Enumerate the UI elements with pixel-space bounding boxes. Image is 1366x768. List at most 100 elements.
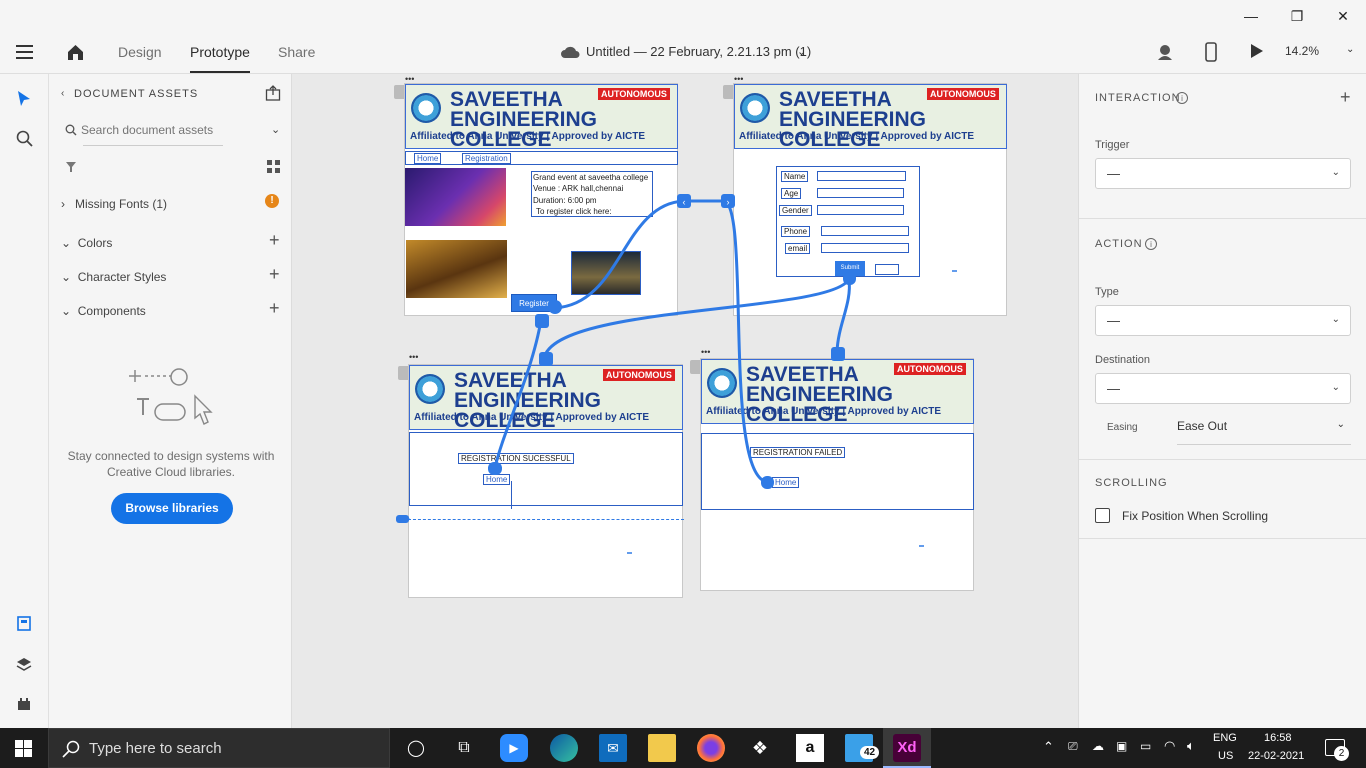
type-dropdown[interactable]: — ⌄ — [1095, 305, 1351, 336]
restore-button[interactable]: ❐ — [1274, 0, 1320, 32]
search-underline — [83, 145, 223, 146]
layers-icon[interactable] — [16, 657, 32, 672]
components-row[interactable]: ⌄ Components — [61, 304, 146, 318]
search-filter-chevron-icon[interactable]: ⌄ — [271, 123, 280, 136]
edge-browser-icon[interactable] — [550, 734, 578, 762]
zoom-level[interactable]: 14.2% — [1285, 44, 1319, 58]
tab-share[interactable]: Share — [278, 44, 315, 60]
meet-now-icon[interactable]: ⎚ — [1068, 739, 1078, 754]
add-component-icon[interactable]: + — [269, 298, 280, 319]
clock-date[interactable]: 22-02-2021 — [1248, 750, 1304, 762]
expand-chevron-icon: ⌄ — [61, 270, 72, 284]
trigger-dropdown[interactable]: — ⌄ — [1095, 158, 1351, 189]
tool-strip — [0, 74, 49, 728]
plugins-icon[interactable] — [17, 697, 31, 711]
destination-value: — — [1107, 381, 1120, 396]
divider — [1079, 459, 1366, 460]
scroll-handle-icon — [396, 515, 409, 523]
cortana-icon[interactable]: ◯ — [402, 734, 430, 762]
battery-icon[interactable]: ▭ — [1140, 739, 1151, 753]
chevron-down-icon: ⌄ — [1331, 314, 1340, 325]
easing-dropdown[interactable]: Ease Out ⌄ — [1177, 419, 1351, 445]
assets-icon[interactable] — [17, 616, 31, 631]
language-top[interactable]: ENG — [1213, 732, 1237, 744]
select-arrow-icon[interactable] — [17, 90, 31, 107]
document-title[interactable]: Untitled — 22 February, 2.21.13 pm (1) — [586, 44, 811, 59]
minimize-button[interactable]: — — [1228, 0, 1274, 32]
success-home-handle-icon — [488, 462, 502, 475]
info-icon[interactable]: i — [1176, 92, 1188, 104]
info-icon[interactable]: i — [1145, 238, 1157, 250]
easing-value: Ease Out — [1177, 419, 1228, 433]
app-badge: 42 — [860, 746, 880, 759]
scrolling-heading: SCROLLING — [1095, 477, 1168, 489]
zoom-chevron-icon[interactable]: ⌄ — [1346, 44, 1354, 55]
close-button[interactable]: ✕ — [1320, 0, 1366, 32]
adobe-xd-icon: Xd — [893, 734, 921, 762]
notification-count: 2 — [1334, 746, 1349, 761]
character-styles-label: Character Styles — [77, 270, 167, 284]
expand-chevron-icon: ⌄ — [61, 236, 72, 250]
language-bottom[interactable]: US — [1218, 750, 1233, 762]
device-preview-icon[interactable] — [1205, 42, 1217, 62]
task-view-icon[interactable]: ⧉ — [450, 734, 478, 762]
hamburger-menu-icon[interactable] — [16, 45, 33, 59]
export-icon[interactable] — [265, 85, 281, 101]
clock-time[interactable]: 16:58 — [1264, 732, 1292, 744]
easing-label: Easing — [1107, 422, 1138, 433]
xd-taskbar-slot[interactable]: Xd — [883, 728, 931, 768]
document-assets-panel: ‹ DOCUMENT ASSETS ⌄ › Missing Fonts (1) … — [49, 74, 292, 728]
colors-row[interactable]: ⌄ Colors — [61, 236, 112, 250]
wire-submit-to-failed — [835, 277, 851, 354]
dropbox-icon[interactable]: ❖ — [746, 734, 774, 762]
interaction-heading: INTERACTION — [1095, 92, 1181, 104]
chevron-down-icon: ⌄ — [1336, 419, 1345, 430]
design-canvas[interactable]: ••• SAVEETHA ENGINEERING COLLEGE Affilia… — [292, 74, 1078, 728]
cc-message: Stay connected to design systems with Cr… — [67, 449, 275, 479]
fix-position-checkbox[interactable] — [1095, 508, 1110, 523]
file-explorer-icon[interactable] — [648, 734, 676, 762]
cloud-offline-icon[interactable]: ☁ — [1092, 739, 1104, 753]
zoom-app-icon[interactable]: ▶ — [500, 734, 528, 762]
grid-view-icon[interactable] — [267, 160, 280, 173]
wifi-icon[interactable]: ◠ — [1164, 738, 1175, 754]
destination-dropdown[interactable]: — ⌄ — [1095, 373, 1351, 404]
user-share-icon[interactable] — [1157, 43, 1175, 61]
search-assets-input[interactable] — [81, 120, 221, 140]
chevron-up-icon[interactable]: ⌃ — [1043, 739, 1054, 755]
success-top-anchor-icon — [539, 352, 553, 366]
play-icon[interactable] — [1250, 43, 1264, 59]
add-character-style-icon[interactable]: + — [269, 264, 280, 285]
filter-icon[interactable] — [65, 161, 77, 173]
search-icon[interactable] — [16, 130, 33, 147]
onedrive-icon[interactable]: ▣ — [1116, 739, 1127, 753]
failed-top-anchor-icon — [831, 347, 845, 361]
warning-icon: ! — [265, 194, 279, 208]
windows-start-icon[interactable] — [15, 740, 32, 757]
missing-fonts-row[interactable]: › Missing Fonts (1) — [61, 197, 167, 211]
chevron-down-icon[interactable]: ⌄ — [797, 45, 806, 58]
register-wire-handle-icon — [548, 300, 562, 314]
wire-register-to-form — [553, 199, 686, 310]
volume-icon[interactable]: 🔈︎ — [1187, 738, 1195, 754]
libraries-illustration-icon — [129, 368, 213, 425]
tab-design[interactable]: Design — [118, 44, 162, 60]
assets-header: DOCUMENT ASSETS — [74, 88, 199, 100]
home-icon[interactable] — [66, 43, 85, 61]
trigger-value: — — [1107, 166, 1120, 181]
mail-icon[interactable]: ✉ — [599, 734, 627, 762]
amazon-icon[interactable]: a — [796, 734, 824, 762]
character-styles-row[interactable]: ⌄ Character Styles — [61, 270, 166, 284]
trigger-label: Trigger — [1095, 139, 1130, 151]
failed-home-handle-icon — [761, 476, 774, 489]
chevron-down-icon: ⌄ — [1331, 167, 1340, 178]
property-inspector: INTERACTION i + Trigger — ⌄ ACTION i Typ… — [1078, 74, 1366, 728]
firefox-icon[interactable] — [697, 734, 725, 762]
add-color-icon[interactable]: + — [269, 230, 280, 251]
tab-prototype[interactable]: Prototype — [190, 44, 250, 73]
taskbar-search-box[interactable]: Type here to search — [48, 728, 390, 768]
browse-libraries-button[interactable]: Browse libraries — [111, 493, 233, 524]
prototype-wires[interactable]: ‹ › — [292, 74, 1078, 728]
back-chevron-icon[interactable]: ‹ — [61, 88, 64, 99]
add-interaction-icon[interactable]: + — [1340, 87, 1351, 108]
